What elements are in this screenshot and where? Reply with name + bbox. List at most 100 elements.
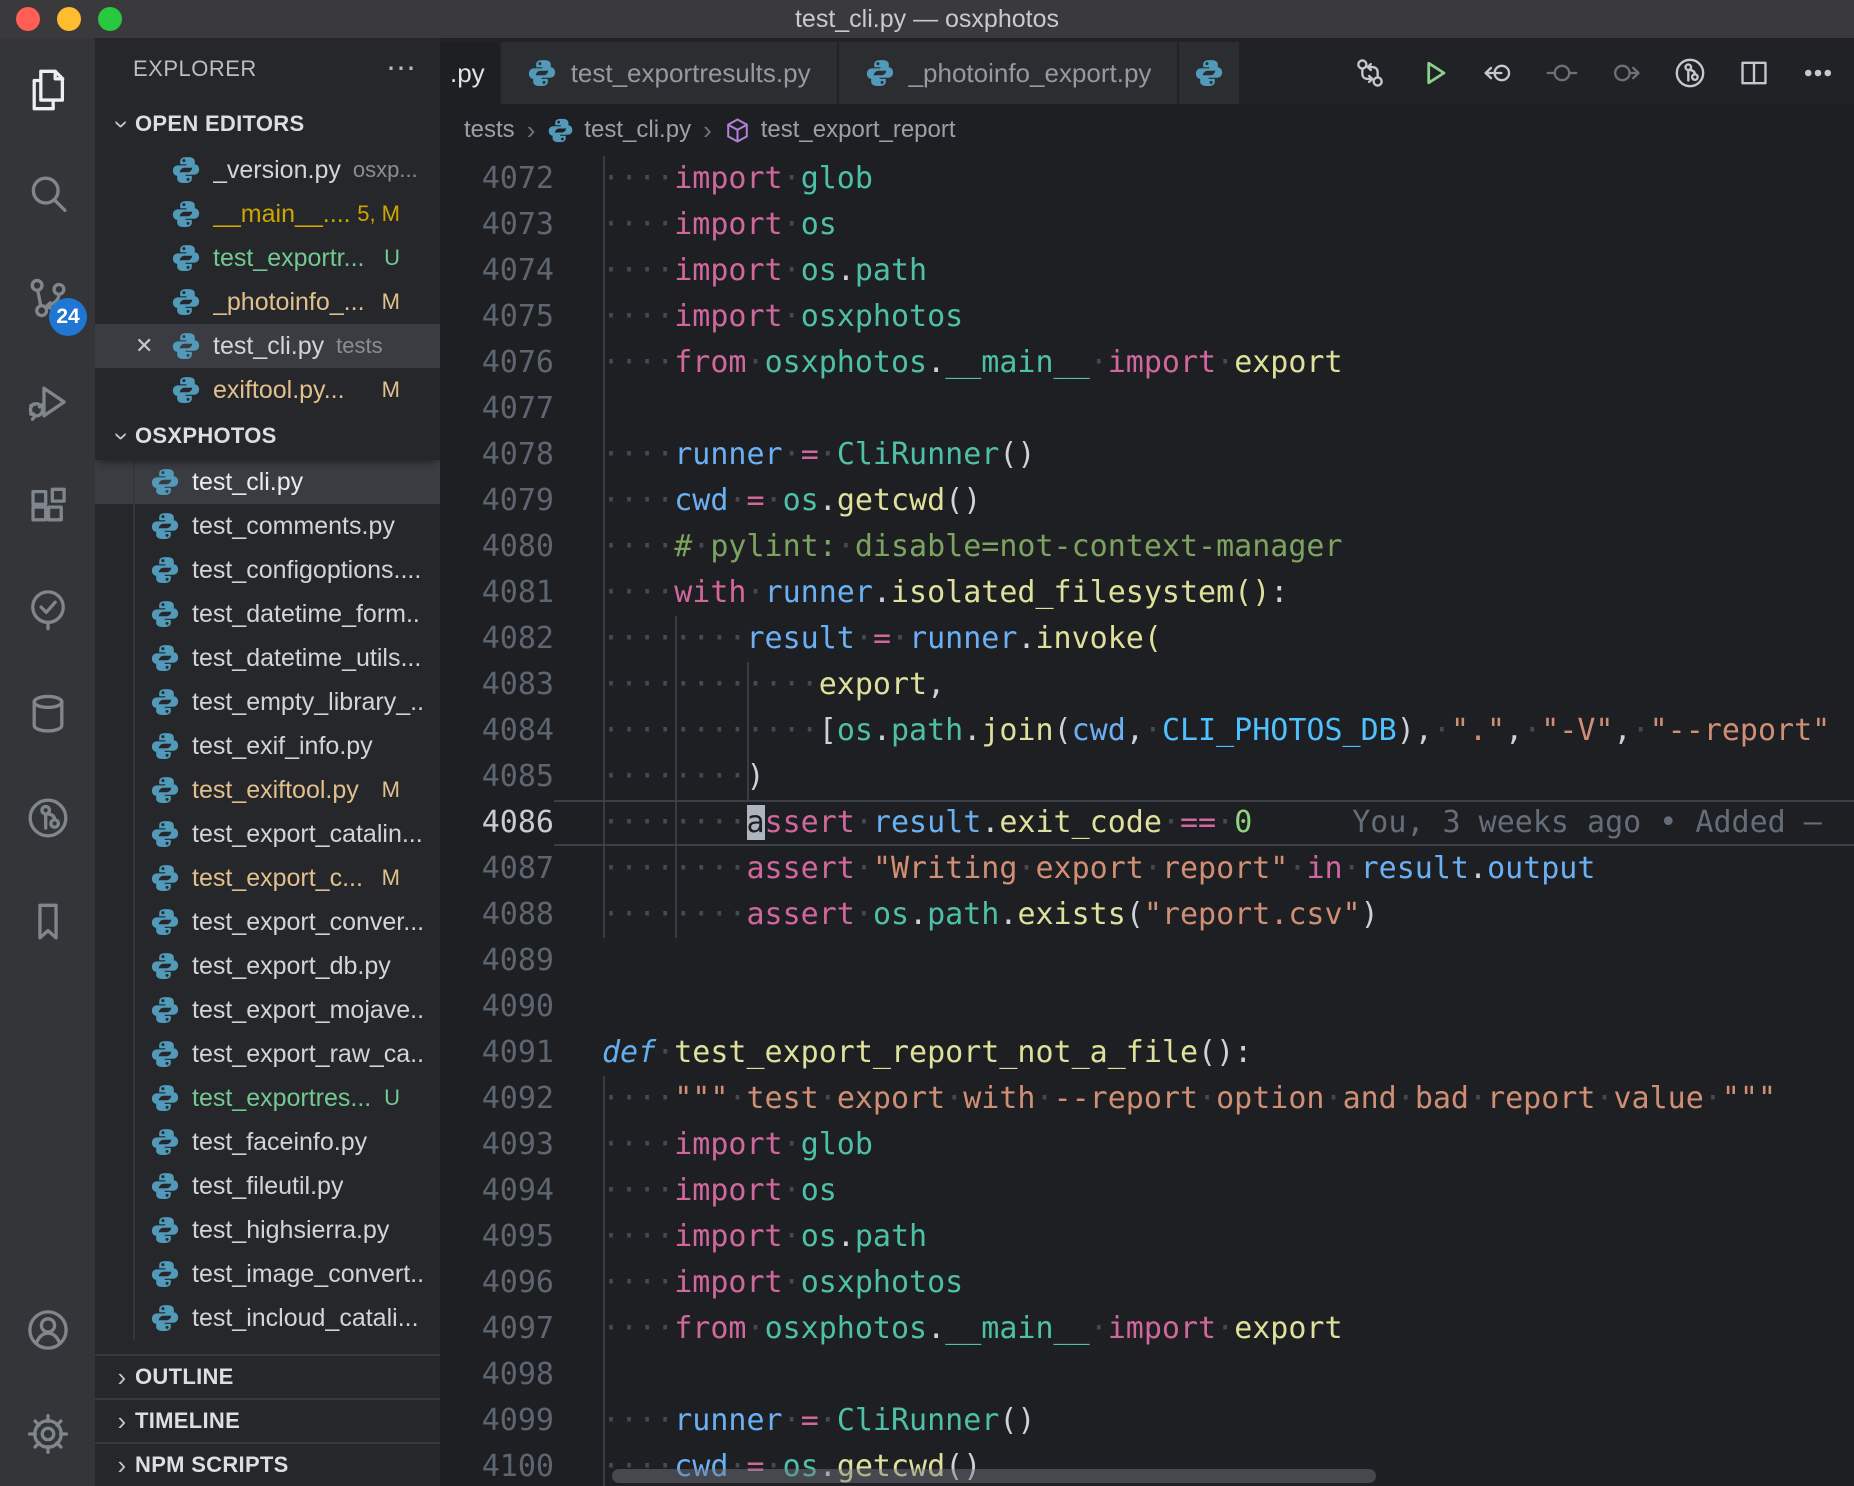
breadcrumb-item[interactable]: tests [464, 116, 515, 144]
account-icon[interactable] [0, 1278, 95, 1382]
tree-item[interactable]: test_export_c...M [95, 856, 440, 900]
code-line[interactable]: 4072····import·glob [440, 156, 1854, 202]
run-python-file-icon[interactable] [1412, 51, 1456, 95]
code-line[interactable]: 4078····runner·=·CliRunner() [440, 432, 1854, 478]
tree-item[interactable]: test_export_conver... [95, 900, 440, 944]
code-line[interactable]: 4079····cwd·=·os.getcwd() [440, 478, 1854, 524]
breadcrumb-item[interactable]: test_export_report [724, 116, 956, 144]
code-line[interactable]: 4087········assert·"Writing·export·repor… [440, 846, 1854, 892]
commit-graph-icon[interactable] [1668, 51, 1712, 95]
code-line[interactable]: 4094····import·os [440, 1168, 1854, 1214]
tree-item[interactable]: test_configoptions.... [95, 548, 440, 592]
source-control-icon[interactable]: 24 [0, 246, 95, 350]
open-editor-label: test_cli.py [213, 332, 324, 361]
code-line[interactable]: 4090 [440, 984, 1854, 1030]
database-icon[interactable] [0, 662, 95, 766]
tree-item[interactable]: test_fileutil.py [95, 1164, 440, 1208]
tree-item[interactable]: test_export_catalin... [95, 812, 440, 856]
run-debug-icon[interactable] [0, 350, 95, 454]
gitlens-icon[interactable] [0, 766, 95, 870]
testing-icon[interactable] [0, 558, 95, 662]
git-blame-annotation: You, 3 weeks ago • Added – [1352, 805, 1822, 840]
bookmarks-icon[interactable] [0, 870, 95, 974]
code-line[interactable]: 4099····runner·=·CliRunner() [440, 1398, 1854, 1444]
code-line[interactable]: 4091def·test_export_report_not_a_file(): [440, 1030, 1854, 1076]
more-actions-icon[interactable] [1796, 51, 1840, 95]
code-line[interactable]: 4097····from·osxphotos.__main__·import·e… [440, 1306, 1854, 1352]
code-line[interactable]: 4096····import·osxphotos [440, 1260, 1854, 1306]
extensions-icon[interactable] [0, 454, 95, 558]
git-status-badge: M [382, 865, 422, 891]
code-line[interactable]: 4083············export, [440, 662, 1854, 708]
code-line[interactable]: 4092····"""·test·export·with·--report·op… [440, 1076, 1854, 1122]
sidebar-section-npm-scripts[interactable]: ›NPM SCRIPTS [95, 1442, 440, 1486]
pause-point-icon[interactable] [1540, 51, 1584, 95]
horizontal-scrollbar[interactable] [612, 1469, 1376, 1483]
line-number: 4093 [440, 1122, 554, 1168]
code-line[interactable]: 4080····#·pylint:·disable=not-context-ma… [440, 524, 1854, 570]
explorer-icon[interactable] [0, 38, 95, 142]
python-file-icon [150, 467, 180, 497]
tree-item[interactable]: test_datetime_form... [95, 592, 440, 636]
sidebar-section-timeline[interactable]: ›TIMELINE [95, 1398, 440, 1442]
project-section-header[interactable]: › OSXPHOTOS [95, 412, 440, 460]
search-icon[interactable] [0, 142, 95, 246]
breadcrumb-item[interactable]: test_cli.py [547, 116, 691, 144]
settings-gear-icon[interactable] [0, 1382, 95, 1486]
code-line[interactable]: 4073····import·os [440, 202, 1854, 248]
tree-item[interactable]: test_export_raw_ca... [95, 1032, 440, 1076]
tree-item[interactable]: test_incloud_catali... [95, 1296, 440, 1340]
zoom-window-icon[interactable] [98, 7, 122, 31]
open-editor-item[interactable]: __main__....5, M [95, 192, 440, 236]
open-editors-section-header[interactable]: › OPEN EDITORS [95, 100, 440, 148]
line-content: ····"""·test·export·with·--report·option… [554, 1076, 1854, 1122]
code-line[interactable]: 4081····with·runner.isolated_filesystem(… [440, 570, 1854, 616]
editor-tab[interactable]: .py [440, 42, 499, 104]
tree-item[interactable]: test_exiftool.pyM [95, 768, 440, 812]
code-line[interactable]: 4086········assert·result.exit_code·==·0… [440, 800, 1854, 846]
step-forward-icon[interactable] [1604, 51, 1648, 95]
code-line[interactable]: 4074····import·os.path [440, 248, 1854, 294]
code-line[interactable]: 4089 [440, 938, 1854, 984]
editor-tab[interactable] [1179, 42, 1239, 104]
code-line[interactable]: 4098 [440, 1352, 1854, 1398]
step-back-icon[interactable] [1476, 51, 1520, 95]
code-line[interactable]: 4077 [440, 386, 1854, 432]
code-line[interactable]: 4082········result·=·runner.invoke( [440, 616, 1854, 662]
tree-item[interactable]: test_exportres...U [95, 1076, 440, 1120]
compare-changes-icon[interactable] [1348, 51, 1392, 95]
editor-tab[interactable]: test_exportresults.py [501, 42, 837, 104]
code-line[interactable]: 4093····import·glob [440, 1122, 1854, 1168]
tree-item[interactable]: test_comments.py [95, 504, 440, 548]
code-line[interactable]: 4088········assert·os.path.exists("repor… [440, 892, 1854, 938]
split-editor-icon[interactable] [1732, 51, 1776, 95]
tree-item[interactable]: test_highsierra.py [95, 1208, 440, 1252]
tree-item[interactable]: test_cli.py [95, 460, 440, 504]
close-window-icon[interactable] [16, 7, 40, 31]
tree-item[interactable]: test_image_convert... [95, 1252, 440, 1296]
line-number: 4097 [440, 1306, 554, 1352]
open-editor-item[interactable]: _version.pyosxp... [95, 148, 440, 192]
code-line[interactable]: 4075····import·osxphotos [440, 294, 1854, 340]
open-editor-item[interactable]: test_exportr...U [95, 236, 440, 280]
code-line[interactable]: 4085········) [440, 754, 1854, 800]
close-icon[interactable]: ✕ [135, 333, 171, 359]
code-line[interactable]: 4095····import·os.path [440, 1214, 1854, 1260]
tree-item[interactable]: test_exif_info.py [95, 724, 440, 768]
open-editor-item[interactable]: _photoinfo_...M [95, 280, 440, 324]
tree-item[interactable]: test_export_db.py [95, 944, 440, 988]
tree-item[interactable]: test_faceinfo.py [95, 1120, 440, 1164]
sidebar-section-outline[interactable]: ›OUTLINE [95, 1354, 440, 1398]
more-actions-icon[interactable]: ⋯ [386, 54, 416, 84]
chevron-right-icon: › [109, 1362, 135, 1393]
open-editor-item[interactable]: ✕test_cli.pytests [95, 324, 440, 368]
code-line[interactable]: 4084············[os.path.join(cwd,·CLI_P… [440, 708, 1854, 754]
sidebar-bottom-sections: ›OUTLINE›TIMELINE›NPM SCRIPTS [95, 1354, 440, 1486]
code-line[interactable]: 4076····from·osxphotos.__main__·import·e… [440, 340, 1854, 386]
tree-item[interactable]: test_empty_library_... [95, 680, 440, 724]
minimize-window-icon[interactable] [57, 7, 81, 31]
editor-tab[interactable]: _photoinfo_export.py [839, 42, 1178, 104]
open-editor-item[interactable]: exiftool.py...M [95, 368, 440, 412]
tree-item[interactable]: test_export_mojave... [95, 988, 440, 1032]
tree-item[interactable]: test_datetime_utils.... [95, 636, 440, 680]
